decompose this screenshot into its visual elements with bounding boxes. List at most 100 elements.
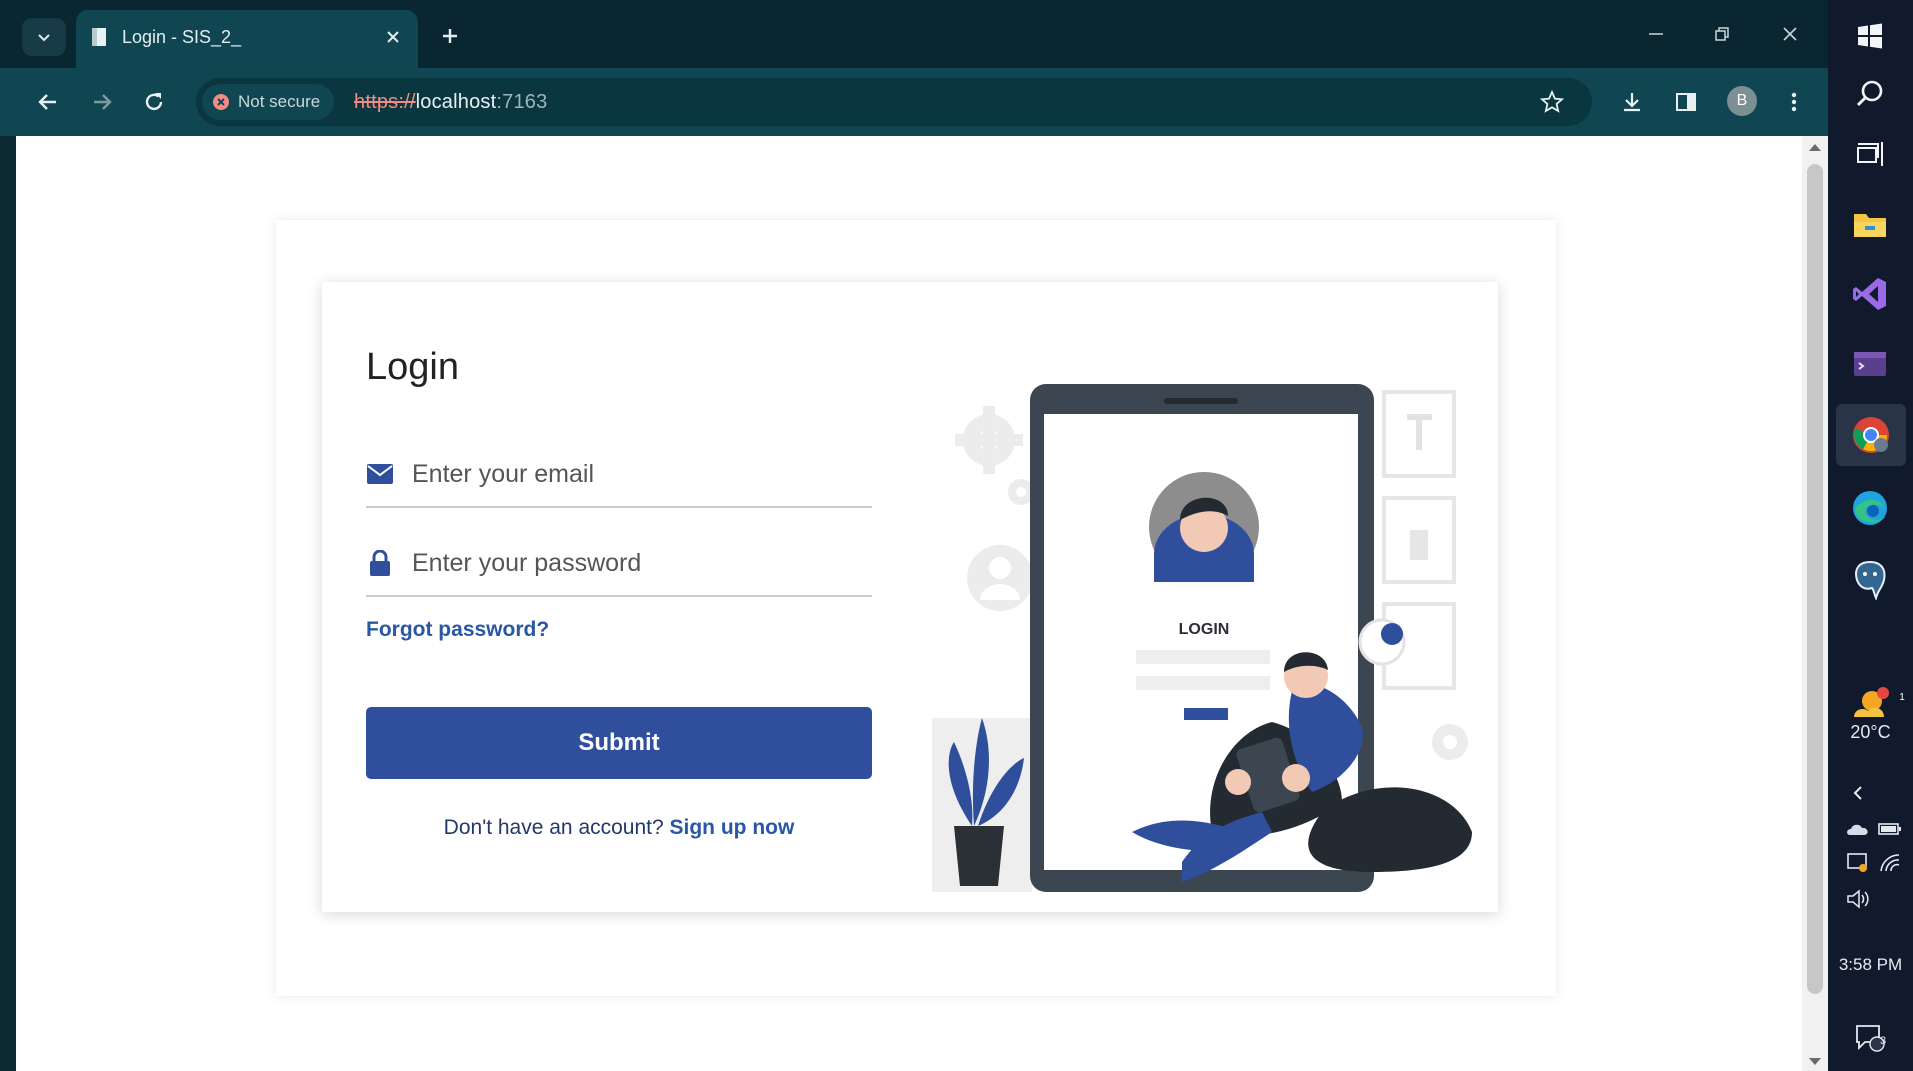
- taskbar-search-button[interactable]: [1842, 66, 1898, 122]
- task-view-button[interactable]: [1842, 126, 1898, 182]
- lock-icon: [366, 549, 394, 577]
- back-button[interactable]: [28, 82, 68, 122]
- terminal-button[interactable]: [1842, 336, 1898, 392]
- tab-search-icon: [38, 34, 50, 42]
- plus-icon: [443, 29, 457, 43]
- reload-icon: [145, 93, 163, 111]
- url-host: localhost: [415, 91, 497, 113]
- password-field: [366, 531, 872, 597]
- close-icon: [387, 31, 399, 43]
- volume-icon: [1847, 889, 1869, 909]
- task-view-icon: [1857, 142, 1883, 166]
- downloads-button[interactable]: [1612, 82, 1652, 122]
- close-tab-button[interactable]: [378, 22, 408, 52]
- visual-studio-button[interactable]: [1842, 266, 1898, 322]
- restore-icon: [1715, 27, 1729, 41]
- scrollbar-thumb[interactable]: [1807, 164, 1823, 994]
- page-icon: [92, 28, 106, 46]
- password-input[interactable]: [410, 541, 864, 585]
- page-viewport: Login Forgot password? Submit Do: [16, 136, 1802, 1071]
- forward-button[interactable]: [82, 82, 122, 122]
- onedrive-tray[interactable]: [1846, 818, 1870, 840]
- wifi-icon: [1880, 854, 1900, 872]
- minimize-button[interactable]: [1634, 14, 1678, 54]
- notification-count: 3: [1879, 1035, 1887, 1047]
- profile-avatar[interactable]: B: [1727, 86, 1757, 116]
- taskbar: 1 20°C 3:58 PM 3: [1828, 0, 1913, 1071]
- url-scheme: https://: [354, 91, 416, 113]
- star-icon: [1540, 90, 1564, 113]
- url-text[interactable]: https://localhost:7163: [354, 91, 547, 114]
- login-card: Login Forgot password? Submit Do: [322, 282, 1498, 912]
- browser-menu-button[interactable]: [1774, 82, 1814, 122]
- signup-prompt: Don't have an account? Sign up now: [366, 816, 872, 840]
- taskbar-clock[interactable]: 3:58 PM: [1828, 955, 1913, 975]
- postgres-icon: [1855, 560, 1886, 600]
- user-silhouette-icon: [967, 545, 1033, 611]
- forward-icon: [94, 94, 112, 110]
- signup-prompt-text: Don't have an account?: [443, 816, 664, 839]
- submit-button[interactable]: Submit: [366, 707, 872, 779]
- security-label: Not secure: [238, 92, 321, 111]
- restore-button[interactable]: [1700, 14, 1744, 54]
- back-icon: [38, 94, 56, 110]
- close-icon: [1783, 27, 1797, 41]
- tab-title: Login - SIS_2_: [122, 27, 242, 47]
- battery-icon: [1878, 823, 1901, 835]
- side-panel-button[interactable]: [1666, 82, 1706, 122]
- page-title: Login: [366, 346, 459, 388]
- close-window-button[interactable]: [1768, 14, 1812, 54]
- reload-button[interactable]: [134, 82, 174, 122]
- gear-icon: [955, 406, 1023, 474]
- volume-tray[interactable]: [1846, 888, 1870, 910]
- start-button[interactable]: [1842, 8, 1898, 64]
- illustration-login-label: LOGIN: [1179, 621, 1230, 638]
- cloud-icon: [1847, 824, 1868, 835]
- chrome-icon: [1853, 417, 1889, 453]
- url-port: :7163: [496, 91, 548, 113]
- wifi-tray[interactable]: [1878, 852, 1902, 874]
- network-icon: [1847, 853, 1867, 872]
- show-hidden-icons-button[interactable]: [1846, 782, 1870, 804]
- chevron-left-icon: [1853, 786, 1862, 800]
- gear-icon: [1432, 724, 1468, 760]
- email-field: [366, 442, 872, 508]
- security-indicator[interactable]: Not secure: [202, 84, 335, 120]
- scroll-down-arrow[interactable]: [1809, 1058, 1821, 1065]
- weather-temperature: 20°C: [1850, 722, 1891, 742]
- browser-window: Login - SIS_2_ Not secure https://localh…: [0, 0, 1828, 1071]
- chrome-taskbar-button[interactable]: [1836, 404, 1906, 466]
- sidepanel-icon: [1676, 93, 1696, 111]
- tab-search-button[interactable]: [22, 18, 66, 56]
- scroll-up-arrow[interactable]: [1809, 144, 1821, 151]
- page-scrollbar[interactable]: [1802, 136, 1828, 1071]
- minimize-icon: [1649, 33, 1663, 35]
- postgres-button[interactable]: [1842, 552, 1898, 608]
- download-icon: [1624, 93, 1640, 112]
- outer-container: Login Forgot password? Submit Do: [276, 220, 1556, 996]
- browser-toolbar: Not secure https://localhost:7163: [0, 68, 1828, 136]
- address-bar[interactable]: Not secure https://localhost:7163: [196, 78, 1592, 126]
- windows-icon: [1858, 23, 1882, 49]
- menu-icon: [1791, 92, 1797, 112]
- new-tab-button[interactable]: [430, 18, 470, 54]
- tab-strip: Login - SIS_2_: [0, 0, 1828, 68]
- edge-icon: [1853, 491, 1887, 525]
- warning-icon: [213, 94, 229, 110]
- terminal-icon: [1854, 352, 1886, 376]
- network-tray[interactable]: [1846, 852, 1870, 874]
- edge-button[interactable]: [1842, 480, 1898, 536]
- email-icon: [366, 460, 394, 488]
- weather-icon: [1854, 687, 1889, 717]
- file-explorer-button[interactable]: [1842, 196, 1898, 252]
- login-illustration: LOGIN: [932, 384, 1472, 892]
- battery-tray[interactable]: [1878, 818, 1902, 840]
- forgot-password-link[interactable]: Forgot password?: [366, 618, 549, 642]
- bookmark-button[interactable]: [1532, 82, 1572, 122]
- browser-tab[interactable]: Login - SIS_2_: [76, 10, 418, 68]
- file-explorer-icon: [1854, 214, 1886, 237]
- weather-badge: 1: [1899, 691, 1905, 703]
- search-icon: [1856, 80, 1883, 107]
- email-input[interactable]: [410, 452, 864, 496]
- signup-link[interactable]: Sign up now: [670, 816, 795, 839]
